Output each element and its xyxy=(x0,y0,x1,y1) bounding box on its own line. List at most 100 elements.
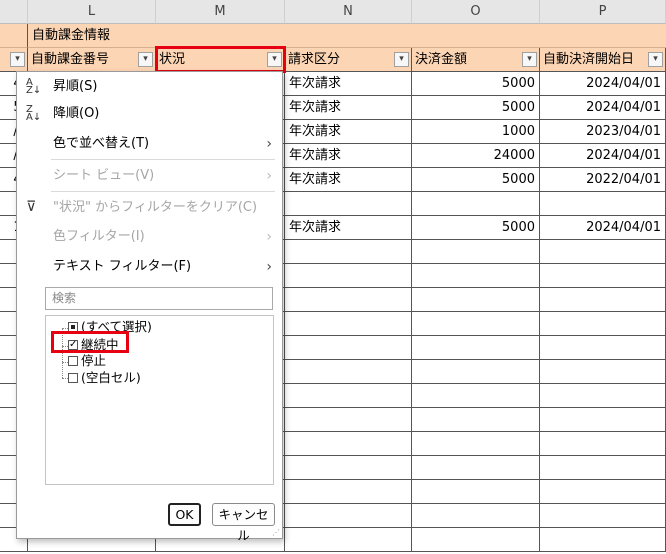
table-cell[interactable] xyxy=(540,312,666,336)
ok-button[interactable]: OK xyxy=(168,503,201,526)
resize-grip-icon[interactable]: ⋰ xyxy=(272,528,280,537)
table-cell[interactable] xyxy=(412,360,540,384)
checkbox-unchecked[interactable] xyxy=(68,356,78,366)
table-cell[interactable]: 年次請求 xyxy=(285,120,412,144)
table-cell[interactable] xyxy=(412,312,540,336)
table-cell[interactable] xyxy=(540,240,666,264)
group-cell-k[interactable] xyxy=(0,24,28,48)
table-cell[interactable]: 5000 xyxy=(412,72,540,96)
table-cell[interactable]: 1000 xyxy=(412,120,540,144)
table-cell[interactable] xyxy=(412,384,540,408)
table-cell[interactable] xyxy=(540,360,666,384)
table-cell[interactable] xyxy=(285,192,412,216)
table-cell[interactable] xyxy=(285,528,412,552)
menu-text-filter[interactable]: テキスト フィルター(F) › xyxy=(17,255,282,279)
table-cell[interactable]: 2022/04/01 xyxy=(540,168,666,192)
header-label: 決済金額 xyxy=(415,52,468,67)
table-cell[interactable] xyxy=(540,192,666,216)
table-cell[interactable] xyxy=(285,240,412,264)
table-cell[interactable] xyxy=(540,408,666,432)
table-cell[interactable] xyxy=(540,480,666,504)
table-cell[interactable]: 5000 xyxy=(412,216,540,240)
filter-value-list[interactable]: (すべて選択) 継続中 停止 (空白セル) xyxy=(45,315,274,485)
column-header-n[interactable]: N xyxy=(285,0,412,24)
menu-sort-descending[interactable]: Z A↓ 降順(O) xyxy=(17,102,282,126)
table-cell[interactable]: 年次請求 xyxy=(285,72,412,96)
filter-dropdown-icon[interactable]: ▾ xyxy=(394,52,409,67)
menu-label: 色で並べ替え(T) xyxy=(53,136,150,151)
table-cell[interactable] xyxy=(540,384,666,408)
table-cell[interactable] xyxy=(540,288,666,312)
table-cell[interactable]: 5000 xyxy=(412,96,540,120)
header-cell-start-date[interactable]: 自動決済開始日 ▾ xyxy=(540,48,666,72)
table-cell[interactable] xyxy=(412,504,540,528)
table-cell[interactable] xyxy=(412,192,540,216)
table-cell[interactable] xyxy=(285,360,412,384)
table-cell[interactable] xyxy=(540,456,666,480)
column-header-o[interactable]: O xyxy=(412,0,540,24)
table-cell[interactable] xyxy=(285,288,412,312)
filter-dropdown-icon[interactable]: ▾ xyxy=(10,52,25,67)
header-cell-billing-type[interactable]: 請求区分 ▾ xyxy=(285,48,412,72)
menu-sheet-view: シート ビュー(V) › xyxy=(17,164,282,188)
column-header-k[interactable] xyxy=(0,0,28,24)
table-cell[interactable] xyxy=(412,288,540,312)
table-cell[interactable] xyxy=(285,504,412,528)
table-cell[interactable]: 2024/04/01 xyxy=(540,96,666,120)
table-cell[interactable]: 2023/04/01 xyxy=(540,120,666,144)
checkbox-unchecked[interactable] xyxy=(68,373,78,383)
menu-sort-by-color[interactable]: 色で並べ替え(T) › xyxy=(17,132,282,156)
table-cell[interactable]: 24000 xyxy=(412,144,540,168)
filter-dropdown-icon[interactable]: ▾ xyxy=(648,52,663,67)
search-input[interactable]: 検索 xyxy=(45,287,273,310)
table-cell[interactable] xyxy=(540,528,666,552)
menu-label: テキスト フィルター(F) xyxy=(53,259,192,274)
header-cell-auto-billing-no[interactable]: 自動課金番号 ▾ xyxy=(28,48,156,72)
chevron-right-icon: › xyxy=(266,168,272,184)
table-cell[interactable] xyxy=(285,312,412,336)
table-cell[interactable] xyxy=(412,432,540,456)
table-cell[interactable] xyxy=(412,240,540,264)
table-cell[interactable] xyxy=(412,456,540,480)
table-cell[interactable] xyxy=(285,264,412,288)
filter-menu: A Z↓ 昇順(S) Z A↓ 降順(O) 色で並べ替え(T) › シート ビュー(… xyxy=(16,71,283,543)
table-cell[interactable]: 2024/04/01 xyxy=(540,216,666,240)
table-cell[interactable] xyxy=(285,384,412,408)
column-header-p[interactable]: P xyxy=(540,0,666,24)
table-cell[interactable] xyxy=(285,336,412,360)
table-cell[interactable]: 年次請求 xyxy=(285,216,412,240)
table-cell[interactable] xyxy=(540,336,666,360)
table-cell[interactable] xyxy=(285,408,412,432)
table-cell[interactable] xyxy=(412,528,540,552)
table-cell[interactable] xyxy=(285,432,412,456)
menu-sort-ascending[interactable]: A Z↓ 昇順(S) xyxy=(17,75,282,99)
table-cell[interactable]: 5000 xyxy=(412,168,540,192)
table-cell[interactable] xyxy=(412,264,540,288)
header-cell-status[interactable]: 状況 ▾ xyxy=(156,48,285,72)
header-cell-amount[interactable]: 決済金額 ▾ xyxy=(412,48,540,72)
table-cell[interactable] xyxy=(412,480,540,504)
filter-dropdown-icon[interactable]: ▾ xyxy=(522,52,537,67)
table-cell[interactable] xyxy=(285,456,412,480)
column-header-l[interactable]: L xyxy=(28,0,156,24)
cancel-button[interactable]: キャンセル xyxy=(212,503,275,543)
table-cell[interactable] xyxy=(412,408,540,432)
table-cell[interactable]: 2024/04/01 xyxy=(540,72,666,96)
table-cell[interactable] xyxy=(412,336,540,360)
filter-active-dropdown-icon[interactable]: ▾ xyxy=(267,52,282,67)
checkbox-partial[interactable] xyxy=(68,322,78,332)
table-cell[interactable]: 年次請求 xyxy=(285,96,412,120)
table-cell[interactable]: 2024/04/01 xyxy=(540,144,666,168)
table-cell[interactable]: 年次請求 xyxy=(285,168,412,192)
filter-dropdown-icon[interactable]: ▾ xyxy=(138,52,153,67)
menu-label: シート ビュー(V) xyxy=(53,168,155,183)
table-cell[interactable] xyxy=(540,504,666,528)
group-title[interactable]: 自動課金情報 xyxy=(28,24,666,48)
table-cell[interactable]: 年次請求 xyxy=(285,144,412,168)
table-cell[interactable] xyxy=(540,432,666,456)
header-cell-k[interactable]: ▾ xyxy=(0,48,28,72)
table-cell[interactable] xyxy=(285,480,412,504)
column-header-m[interactable]: M xyxy=(156,0,285,24)
table-cell[interactable] xyxy=(540,264,666,288)
checkbox-checked[interactable] xyxy=(68,336,78,354)
